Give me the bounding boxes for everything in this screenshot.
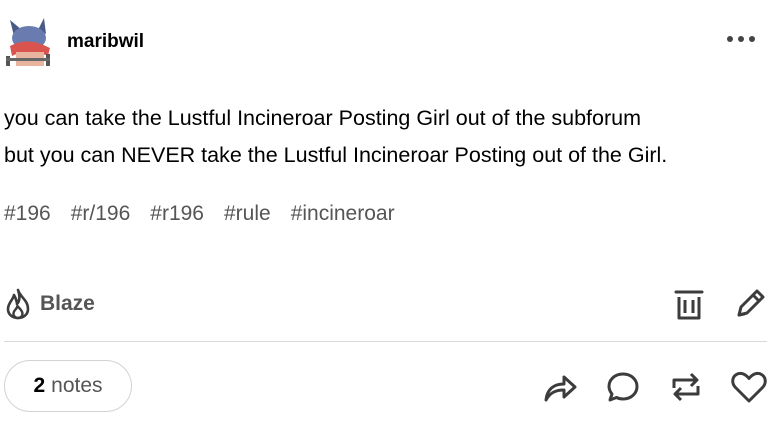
trash-icon <box>674 290 704 320</box>
delete-button[interactable] <box>672 285 706 323</box>
notes-label: notes <box>51 374 103 397</box>
blaze-button[interactable]: Blaze <box>4 286 95 322</box>
username[interactable]: maribwil <box>67 31 144 53</box>
pencil-icon <box>737 289 765 317</box>
divider <box>4 341 767 342</box>
heart-icon <box>731 371 767 403</box>
post-header: maribwil <box>4 14 766 70</box>
more-options-button[interactable] <box>724 26 758 52</box>
flame-icon <box>6 288 30 320</box>
more-horizontal-icon <box>727 36 755 42</box>
edit-button[interactable] <box>731 285 769 323</box>
tag-list: #196 #r/196 #r196 #rule #incineroar <box>4 202 395 226</box>
post-card: maribwil you can take the Lustful Incine… <box>0 0 776 422</box>
tag[interactable]: #r196 <box>150 202 204 226</box>
speech-bubble-icon <box>607 372 639 402</box>
notes-count: 2 <box>33 374 46 397</box>
tag[interactable]: #r/196 <box>71 202 131 226</box>
reblog-icon <box>672 372 700 402</box>
notes-button[interactable]: 2 notes <box>4 360 132 412</box>
reply-button[interactable] <box>605 369 641 405</box>
blaze-label: Blaze <box>40 292 95 315</box>
reblog-button[interactable] <box>667 369 705 405</box>
avatar-image <box>4 16 52 66</box>
like-button[interactable] <box>729 369 769 405</box>
avatar[interactable] <box>4 16 52 66</box>
tag[interactable]: #196 <box>4 202 51 226</box>
share-button[interactable] <box>541 369 579 405</box>
tag[interactable]: #rule <box>224 202 271 226</box>
tag[interactable]: #incineroar <box>291 202 395 226</box>
share-arrow-icon <box>544 375 577 402</box>
post-body-text: you can take the Lustful Incineroar Post… <box>4 106 668 167</box>
